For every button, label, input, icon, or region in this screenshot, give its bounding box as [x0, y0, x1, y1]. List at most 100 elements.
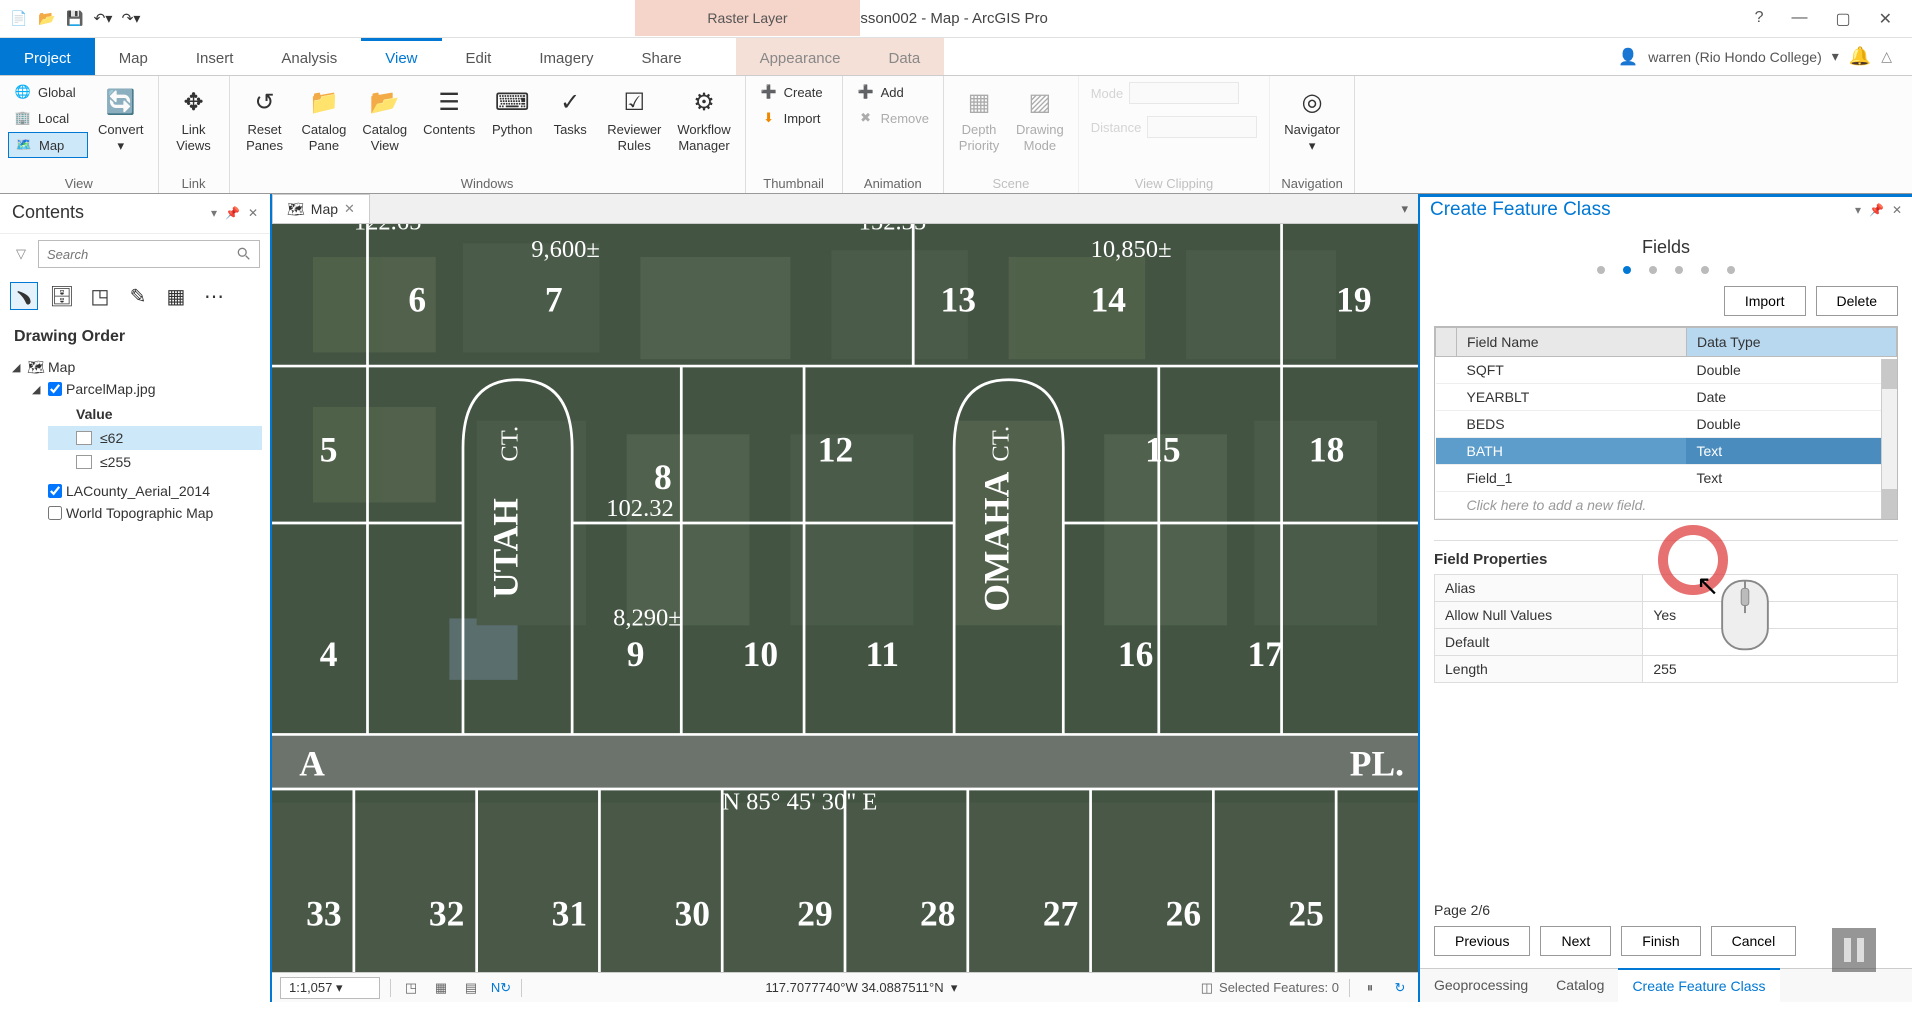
- map-tab[interactable]: 🗺 Map ✕: [272, 194, 370, 223]
- panel-close-icon[interactable]: ✕: [248, 206, 258, 220]
- list-source-icon[interactable]: 🗄: [48, 282, 76, 310]
- step-dot[interactable]: [1701, 266, 1709, 274]
- delete-button[interactable]: Delete: [1816, 286, 1898, 316]
- tab-appearance[interactable]: Appearance: [736, 38, 865, 75]
- sb-grid-icon[interactable]: ▤: [461, 978, 481, 998]
- finish-button[interactable]: Finish: [1621, 926, 1700, 956]
- user-name[interactable]: warren (Rio Hondo College): [1648, 49, 1822, 65]
- thumbnail-create-button[interactable]: ➕Create: [754, 80, 834, 104]
- field-row-selected[interactable]: BATHText: [1436, 438, 1897, 465]
- catalog-view-button[interactable]: 📂Catalog View: [356, 80, 413, 157]
- value-item[interactable]: ≤62: [48, 426, 262, 450]
- new-project-icon[interactable]: 📄: [8, 8, 30, 30]
- panel-options-icon[interactable]: ▾: [211, 206, 217, 220]
- panel-close-icon[interactable]: ✕: [1892, 203, 1902, 217]
- tab-menu-icon[interactable]: ▾: [1391, 194, 1418, 223]
- open-project-icon[interactable]: 📂: [36, 8, 58, 30]
- layer-visibility-checkbox[interactable]: [48, 484, 62, 498]
- add-field-row[interactable]: Click here to add a new field.: [1436, 492, 1897, 519]
- fp-row[interactable]: Allow Null ValuesYes: [1435, 602, 1898, 629]
- col-data-type[interactable]: Data Type: [1686, 328, 1896, 357]
- view-global-button[interactable]: 🌐Global: [8, 80, 88, 104]
- col-field-name[interactable]: Field Name: [1457, 328, 1687, 357]
- next-button[interactable]: Next: [1540, 926, 1611, 956]
- tab-imagery[interactable]: Imagery: [515, 38, 617, 75]
- tab-catalog[interactable]: Catalog: [1542, 969, 1618, 1002]
- tab-edit[interactable]: Edit: [442, 38, 516, 75]
- list-selection-icon[interactable]: ◳: [86, 282, 114, 310]
- tab-geoprocessing[interactable]: Geoprocessing: [1420, 969, 1542, 1002]
- contents-button[interactable]: ☰Contents: [417, 80, 481, 142]
- tasks-button[interactable]: ✓Tasks: [543, 80, 597, 142]
- sb-refresh-icon[interactable]: ↻: [1390, 978, 1410, 998]
- tree-topo-node[interactable]: World Topographic Map: [28, 502, 262, 524]
- close-icon[interactable]: ✕: [1879, 9, 1892, 29]
- step-dot[interactable]: [1649, 266, 1657, 274]
- view-map-button[interactable]: 🗺️Map: [8, 132, 88, 158]
- video-pause-overlay[interactable]: [1832, 928, 1876, 972]
- tab-project[interactable]: Project: [0, 38, 95, 75]
- reviewer-rules-button[interactable]: ☑Reviewer Rules: [601, 80, 667, 157]
- thumbnail-import-button[interactable]: ⬇Import: [754, 106, 834, 130]
- link-views-button[interactable]: ✥ Link Views: [167, 80, 221, 157]
- tab-insert[interactable]: Insert: [172, 38, 258, 75]
- notifications-icon[interactable]: 🔔: [1849, 46, 1871, 67]
- tab-share[interactable]: Share: [618, 38, 706, 75]
- value-item[interactable]: ≤255: [48, 450, 262, 474]
- view-local-button[interactable]: 🏢Local: [8, 106, 88, 130]
- tab-close-icon[interactable]: ✕: [344, 201, 355, 217]
- collapse-icon[interactable]: ◢: [32, 383, 44, 396]
- python-button[interactable]: ⌨Python: [485, 80, 539, 142]
- convert-button[interactable]: 🔄 Convert▾: [92, 80, 150, 157]
- layer-visibility-checkbox[interactable]: [48, 506, 62, 520]
- panel-pin-icon[interactable]: 📌: [1869, 203, 1884, 217]
- scale-combo[interactable]: 1:1,057 ▾: [280, 977, 380, 999]
- tab-data[interactable]: Data: [864, 38, 944, 75]
- ribbon-collapse-icon[interactable]: △: [1881, 48, 1892, 65]
- save-icon[interactable]: 💾: [64, 8, 86, 30]
- table-scrollbar[interactable]: [1881, 359, 1897, 519]
- field-row[interactable]: YEARBLTDate: [1436, 384, 1897, 411]
- undo-icon[interactable]: ↶▾: [92, 8, 114, 30]
- list-snapping-icon[interactable]: ▦: [162, 282, 190, 310]
- coordinates-display[interactable]: 117.7077740°W 34.0887511°N ▾: [532, 980, 1191, 996]
- selected-features-display[interactable]: ◫ Selected Features: 0: [1201, 980, 1339, 996]
- step-dot[interactable]: [1623, 266, 1631, 274]
- tab-view[interactable]: View: [361, 38, 441, 75]
- field-row[interactable]: Field_1Text: [1436, 465, 1897, 492]
- cancel-button[interactable]: Cancel: [1711, 926, 1797, 956]
- field-row[interactable]: BEDSDouble: [1436, 411, 1897, 438]
- fp-row[interactable]: Length255: [1435, 656, 1898, 683]
- workflow-manager-button[interactable]: ⚙Workflow Manager: [671, 80, 736, 157]
- sb-navlock-icon[interactable]: N↻: [491, 978, 511, 998]
- sb-selection-icon[interactable]: ◳: [401, 978, 421, 998]
- fp-row[interactable]: Alias: [1435, 575, 1898, 602]
- panel-options-icon[interactable]: ▾: [1855, 203, 1861, 217]
- catalog-pane-button[interactable]: 📁Catalog Pane: [296, 80, 353, 157]
- redo-icon[interactable]: ↷▾: [120, 8, 142, 30]
- animation-add-button[interactable]: ➕Add: [851, 80, 935, 104]
- panel-pin-icon[interactable]: 📌: [225, 206, 240, 220]
- tab-analysis[interactable]: Analysis: [257, 38, 361, 75]
- tree-parcelmap-node[interactable]: ◢ ParcelMap.jpg: [28, 378, 262, 400]
- maximize-icon[interactable]: ▢: [1835, 9, 1850, 29]
- previous-button[interactable]: Previous: [1434, 926, 1530, 956]
- user-dropdown-icon[interactable]: ▾: [1832, 48, 1839, 65]
- layer-visibility-checkbox[interactable]: [48, 382, 62, 396]
- more-icon[interactable]: ⋯: [200, 282, 228, 310]
- map-canvas[interactable]: UTAH CT. OMAHA CT. A PL. N 85° 45' 30" E…: [272, 224, 1418, 972]
- step-dot[interactable]: [1597, 266, 1605, 274]
- step-dot[interactable]: [1727, 266, 1735, 274]
- list-drawing-order-icon[interactable]: ﹅: [10, 282, 38, 310]
- contents-search-input[interactable]: [38, 240, 260, 268]
- tab-create-feature-class[interactable]: Create Feature Class: [1618, 968, 1779, 1002]
- navigator-button[interactable]: ◎Navigator▾: [1278, 80, 1346, 157]
- reset-panes-button[interactable]: ↺Reset Panes: [238, 80, 292, 157]
- tree-map-node[interactable]: ◢ 🗺 Map: [8, 356, 262, 378]
- sb-pause-icon[interactable]: ⏸: [1360, 978, 1380, 998]
- tree-lacounty-node[interactable]: LACounty_Aerial_2014: [28, 480, 262, 502]
- import-button[interactable]: Import: [1724, 286, 1806, 316]
- step-dot[interactable]: [1675, 266, 1683, 274]
- sb-snapping-icon[interactable]: ▦: [431, 978, 451, 998]
- fp-row[interactable]: Default: [1435, 629, 1898, 656]
